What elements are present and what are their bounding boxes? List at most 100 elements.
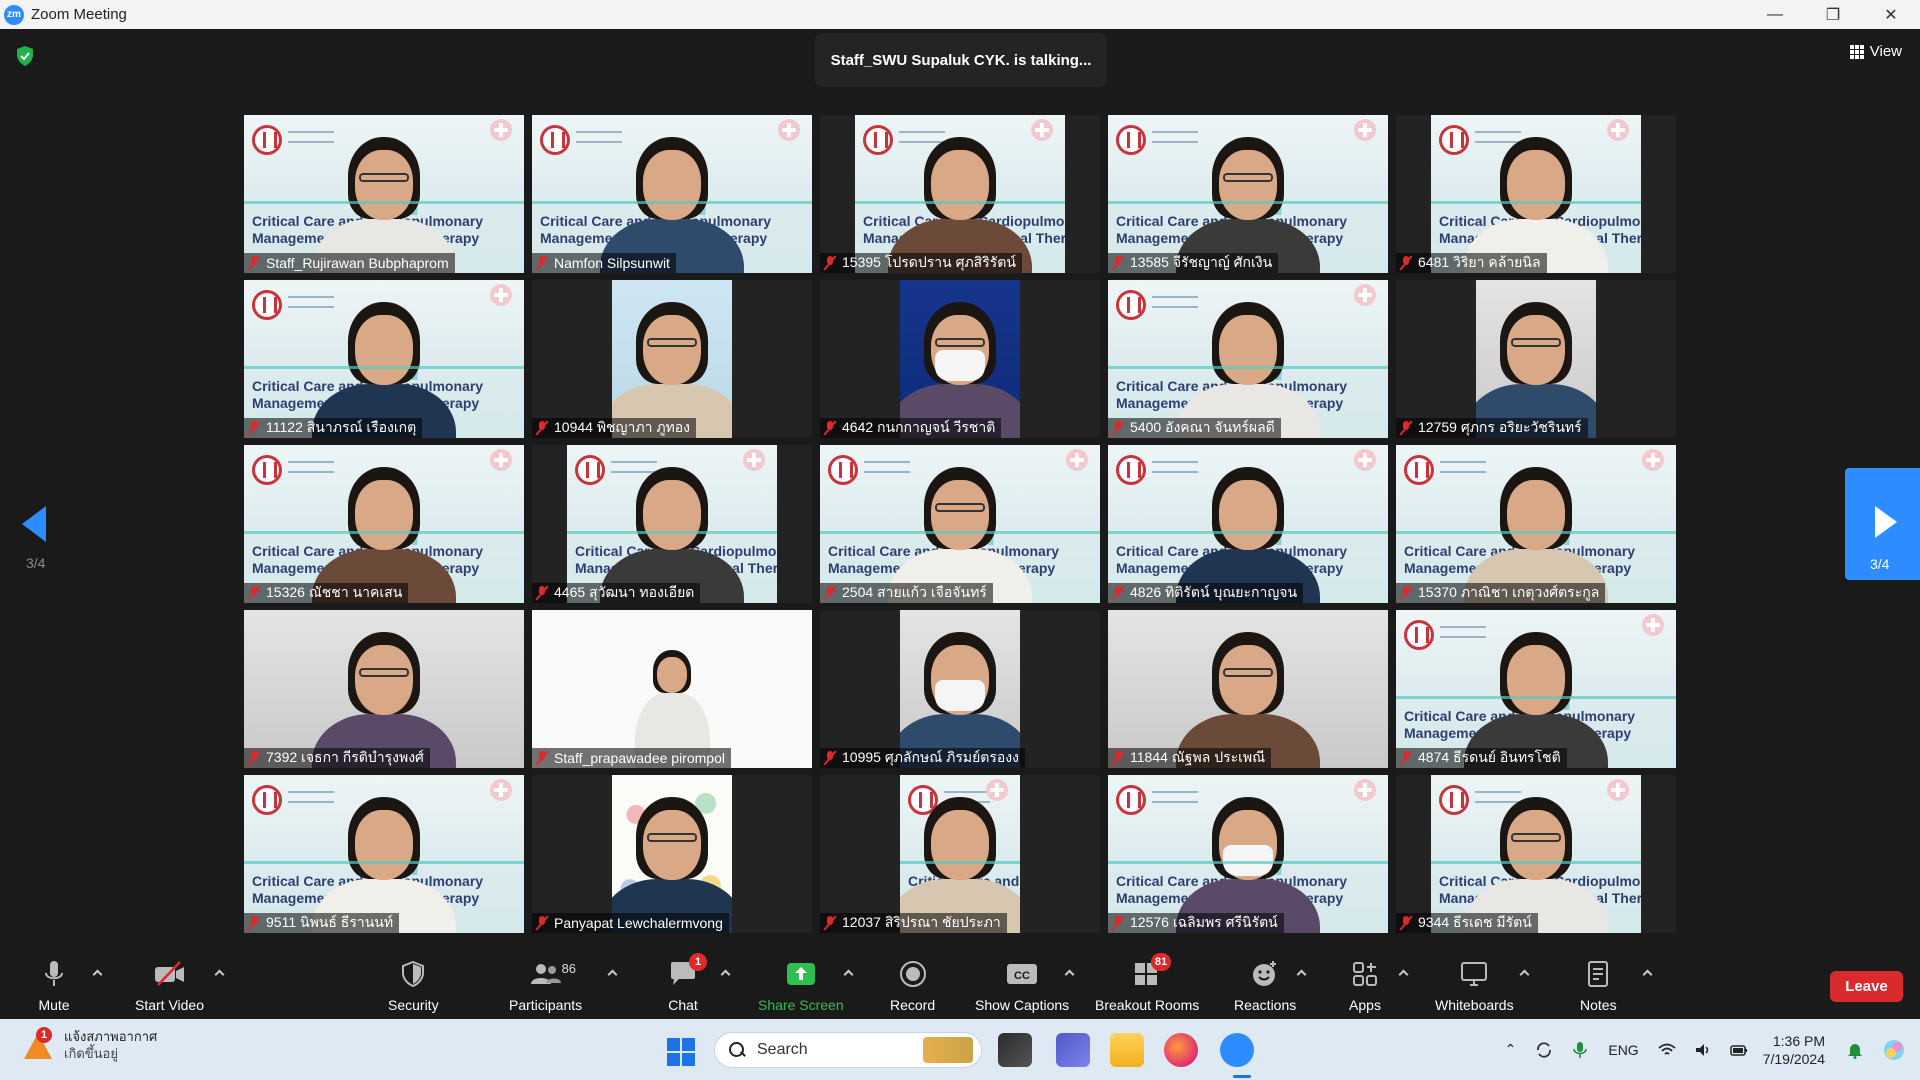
faculty-logo-icon: [252, 125, 282, 155]
chat-unread-badge: 1: [689, 953, 707, 971]
taskbar-search-input[interactable]: Search: [714, 1032, 982, 1068]
participant-video-tile[interactable]: 10944 พิชญาภา ภูทอง: [532, 280, 812, 438]
logo-text-decoration: [1152, 296, 1198, 308]
view-button[interactable]: View: [1849, 43, 1902, 60]
participant-video-tile[interactable]: Critical Care and CardiopulmonaryManagem…: [244, 445, 524, 603]
title-bar: zm Zoom Meeting — ❐ ✕: [0, 0, 1920, 29]
microphone-tray-icon[interactable]: [1571, 1041, 1589, 1059]
sync-icon[interactable]: [1535, 1041, 1553, 1059]
participant-video-tile[interactable]: Critical Care and CardiopulmonaryManagem…: [532, 445, 812, 603]
weather-widget[interactable]: 1 แจ้งสภาพอากาศ เกิดขึ้นอยู่: [20, 1027, 157, 1063]
logo-text-decoration: [288, 296, 334, 308]
participant-name: Staff_prapawadee pirompol: [554, 750, 725, 766]
minimize-button[interactable]: —: [1746, 0, 1804, 29]
apps-button[interactable]: Apps: [1349, 946, 1381, 1019]
encryption-shield-icon[interactable]: [16, 46, 34, 66]
participant-video-tile[interactable]: Critical Care and CardiopulmonaryManagem…: [532, 115, 812, 273]
chat-button[interactable]: 1 Chat: [667, 946, 707, 1019]
zoom-app-icon[interactable]: [1220, 1033, 1254, 1067]
notes-caret-icon[interactable]: [1642, 968, 1652, 978]
participant-video-tile[interactable]: Critical Care and CardiopulmonaryManagem…: [1108, 445, 1388, 603]
wifi-icon[interactable]: [1658, 1041, 1676, 1059]
chat-caret-icon[interactable]: [720, 968, 730, 978]
participant-video-tile[interactable]: Critical Care and CardiopulmonaryManagem…: [1396, 115, 1676, 273]
next-page-button[interactable]: 3/4: [1845, 468, 1920, 580]
participant-video-tile[interactable]: Critical Care and CardiopulmonaryManagem…: [244, 280, 524, 438]
logo-text-decoration: [1152, 131, 1198, 143]
participant-video-tile[interactable]: Critical Care and CardiopulmonaryManagem…: [820, 775, 1100, 933]
participant-video-tile[interactable]: Critical Care and CardiopulmonaryManagem…: [1108, 115, 1388, 273]
file-explorer-icon[interactable]: [1110, 1033, 1144, 1067]
teams-icon[interactable]: [1056, 1033, 1090, 1067]
breakout-rooms-icon: 81: [1131, 953, 1172, 989]
audio-options-caret-icon[interactable]: [92, 968, 102, 978]
security-button[interactable]: Security: [388, 946, 439, 1019]
record-button[interactable]: Record: [890, 946, 935, 1019]
participant-video-tile[interactable]: Critical Care and CardiopulmonaryManagem…: [820, 445, 1100, 603]
participants-button[interactable]: 86 Participants: [509, 946, 582, 1019]
windows-start-button[interactable]: [667, 1038, 695, 1066]
captions-icon-text: CC: [1014, 970, 1030, 982]
participant-video-tile[interactable]: Critical Care and CardiopulmonaryManagem…: [1108, 775, 1388, 933]
participant-video-tile[interactable]: Staff_prapawadee pirompol: [532, 610, 812, 768]
reactions-button[interactable]: Reactions: [1234, 946, 1296, 1019]
notes-icon: [1582, 959, 1614, 989]
participant-video-tile[interactable]: Critical Care and CardiopulmonaryManagem…: [1108, 280, 1388, 438]
battery-icon[interactable]: [1729, 1041, 1748, 1059]
medical-plus-icon: [1607, 779, 1629, 801]
previous-page-arrow-icon[interactable]: [22, 506, 46, 542]
share-caret-icon[interactable]: [843, 968, 853, 978]
participant-video-tile[interactable]: Critical Care and CardiopulmonaryManagem…: [1396, 445, 1676, 603]
window-controls: — ❐ ✕: [1746, 0, 1920, 29]
participant-video-tile[interactable]: Panyapat Lewchalermvong: [532, 775, 812, 933]
active-app-indicator: [1233, 1075, 1251, 1078]
participant-name-label: 6481 วิริยา คล้ายนิล: [1396, 253, 1547, 273]
breakout-rooms-button[interactable]: 81 Breakout Rooms: [1095, 946, 1199, 1019]
reactions-caret-icon[interactable]: [1296, 968, 1306, 978]
video-options-caret-icon[interactable]: [214, 968, 224, 978]
muted-microphone-icon: [248, 421, 260, 435]
apps-caret-icon[interactable]: [1398, 968, 1408, 978]
restore-button[interactable]: ❐: [1804, 0, 1862, 29]
leave-button[interactable]: Leave: [1830, 971, 1903, 1002]
system-clock[interactable]: 1:36 PM 7/19/2024: [1763, 1032, 1825, 1068]
medical-plus-icon: [1642, 449, 1664, 471]
whiteboards-button[interactable]: Whiteboards: [1435, 946, 1514, 1019]
participant-video-frame: Critical Care and CardiopulmonaryManagem…: [855, 115, 1065, 273]
participants-caret-icon[interactable]: [607, 968, 617, 978]
participant-name: 13585 จีรัชญาญ์ ศักเงิน: [1130, 254, 1273, 270]
captions-caret-icon[interactable]: [1064, 968, 1074, 978]
show-captions-button[interactable]: CC Show Captions: [975, 946, 1069, 1019]
participant-video-tile[interactable]: Critical Care and CardiopulmonaryManagem…: [244, 115, 524, 273]
faculty-logo-icon: [1116, 125, 1146, 155]
participant-video-tile[interactable]: 10995 ศุภลักษณ์ ภิรมย์ตรองง: [820, 610, 1100, 768]
muted-microphone-icon: [248, 916, 260, 930]
whiteboards-caret-icon[interactable]: [1519, 968, 1529, 978]
close-button[interactable]: ✕: [1862, 0, 1920, 29]
participant-video-tile[interactable]: 4642 กนกกาญจน์ วีรชาติ: [820, 280, 1100, 438]
share-screen-button[interactable]: Share Screen: [758, 946, 844, 1019]
start-video-button[interactable]: Start Video: [135, 946, 204, 1019]
volume-icon[interactable]: [1694, 1041, 1712, 1059]
participant-video-tile[interactable]: 11844 ณัฐพล ประเพณี: [1108, 610, 1388, 768]
participant-video-tile[interactable]: Critical Care and CardiopulmonaryManagem…: [1396, 610, 1676, 768]
participant-name: 12759 ศุภกร อริยะวัชรินทร์: [1418, 419, 1582, 435]
task-view-icon[interactable]: [998, 1033, 1032, 1067]
notification-bell-icon[interactable]: [1846, 1041, 1864, 1059]
logo-text-decoration: [1440, 626, 1486, 638]
participant-video-tile[interactable]: Critical Care and CardiopulmonaryManagem…: [820, 115, 1100, 273]
smiley-reactions-icon: [1249, 959, 1281, 989]
mute-button[interactable]: Mute: [38, 946, 70, 1019]
participant-video-tile[interactable]: 7392 เจธกา กีรติบำรุงพงศ์: [244, 610, 524, 768]
participant-video-tile[interactable]: 12759 ศุภกร อริยะวัชรินทร์: [1396, 280, 1676, 438]
notes-button[interactable]: Notes: [1580, 946, 1617, 1019]
participant-video-tile[interactable]: Critical Care and CardiopulmonaryManagem…: [244, 775, 524, 933]
participant-name-label: 15326 ณัชชา นาคเสน: [244, 583, 409, 603]
participant-name-label: 4642 กนกกาญจน์ วีรชาติ: [820, 418, 1002, 438]
participant-video-tile[interactable]: Critical Care and CardiopulmonaryManagem…: [1396, 775, 1676, 933]
muted-microphone-icon: [1112, 751, 1124, 765]
input-language[interactable]: ENG: [1608, 1042, 1638, 1058]
tray-overflow-chevron-icon[interactable]: ⌃: [1505, 1041, 1517, 1058]
copilot-icon[interactable]: [1882, 1038, 1906, 1062]
firefox-icon[interactable]: [1164, 1033, 1198, 1067]
